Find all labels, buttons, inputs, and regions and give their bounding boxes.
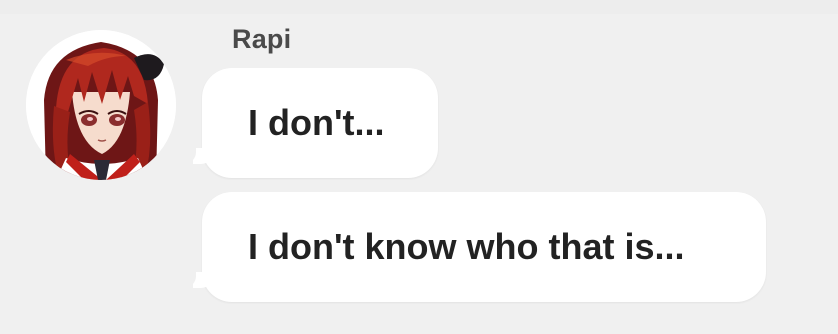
message-bubble[interactable]: I don't... [180,68,438,178]
message-text: I don't know who that is... [248,226,685,267]
top-divider [0,0,838,14]
message-bubble[interactable]: I don't know who that is... [180,192,766,302]
bubble-tail [193,148,215,164]
character-portrait-icon [26,30,176,180]
bubble-tail [193,272,215,288]
message-text: I don't... [248,102,385,143]
sender-name: Rapi [232,24,292,54]
avatar[interactable] [26,30,176,180]
